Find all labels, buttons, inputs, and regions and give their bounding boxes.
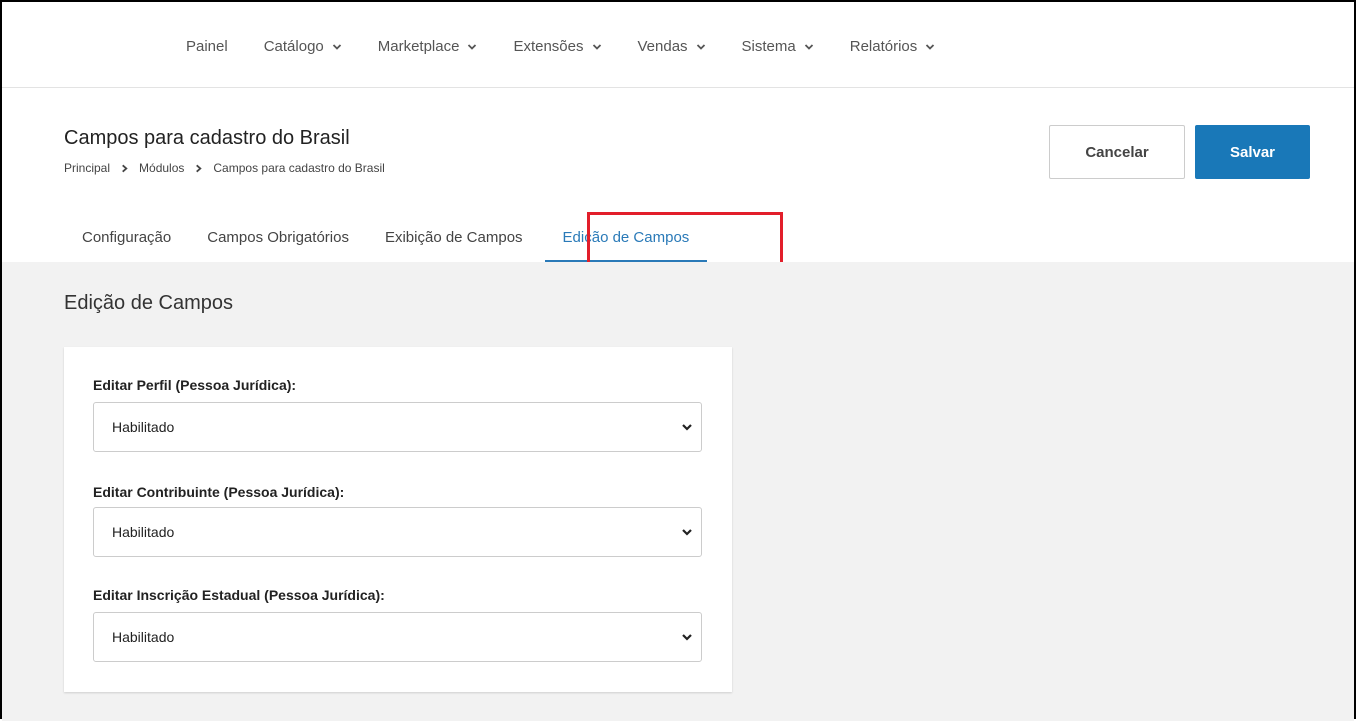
select-value: Habilitado xyxy=(112,629,175,645)
nav-item-relatorios[interactable]: Relatórios xyxy=(850,38,936,55)
tab-exibicao-de-campos[interactable]: Exibição de Campos xyxy=(367,228,541,262)
breadcrumb-item-modulos[interactable]: Módulos xyxy=(139,161,184,175)
chevron-down-icon xyxy=(468,43,477,50)
save-button[interactable]: Salvar xyxy=(1195,125,1310,179)
section-title: Edição de Campos xyxy=(64,292,233,314)
nav-item-extensoes[interactable]: Extensões xyxy=(513,38,601,55)
page-title: Campos para cadastro do Brasil xyxy=(64,127,350,149)
nav-item-marketplace[interactable]: Marketplace xyxy=(378,38,478,55)
select-editar-contribuinte[interactable]: Habilitado xyxy=(93,507,702,557)
nav-item-label: Vendas xyxy=(637,38,688,55)
nav-item-label: Relatórios xyxy=(849,38,918,55)
select-value: Habilitado xyxy=(112,524,175,540)
select-editar-inscricao-estadual[interactable]: Habilitado xyxy=(93,612,702,662)
chevron-right-icon xyxy=(122,164,128,172)
nav-menu: Painel Catálogo Marketplace Extensões Ve… xyxy=(186,38,971,55)
nav-item-catalogo[interactable]: Catálogo xyxy=(264,38,342,55)
nav-item-sistema[interactable]: Sistema xyxy=(742,38,814,55)
chevron-down-icon xyxy=(926,43,935,50)
tab-content: Edição de Campos Editar Perfil (Pessoa J… xyxy=(2,262,1354,721)
nav-item-label: Extensões xyxy=(513,38,584,55)
chevron-down-icon xyxy=(682,529,692,536)
chevron-down-icon xyxy=(592,43,601,50)
cancel-button[interactable]: Cancelar xyxy=(1049,125,1185,179)
chevron-down-icon xyxy=(682,424,692,431)
select-editar-perfil[interactable]: Habilitado xyxy=(93,402,702,452)
nav-item-label: Sistema xyxy=(741,38,796,55)
field-label-editar-perfil: Editar Perfil (Pessoa Jurídica): xyxy=(93,377,297,393)
chevron-down-icon xyxy=(682,634,692,641)
nav-item-label: Painel xyxy=(186,38,228,55)
tab-bar: Configuração Campos Obrigatórios Exibiçã… xyxy=(64,228,708,262)
field-label-editar-inscricao-estadual: Editar Inscrição Estadual (Pessoa Jurídi… xyxy=(93,587,385,603)
nav-item-painel[interactable]: Painel xyxy=(186,38,228,55)
app-window: Painel Catálogo Marketplace Extensões Ve… xyxy=(0,0,1356,721)
tab-configuracao[interactable]: Configuração xyxy=(64,228,189,262)
chevron-down-icon xyxy=(332,43,341,50)
tab-edicao-de-campos[interactable]: Edição de Campos xyxy=(544,228,708,262)
field-label-editar-contribuinte: Editar Contribuinte (Pessoa Jurídica): xyxy=(93,484,345,500)
breadcrumb-item-current: Campos para cadastro do Brasil xyxy=(213,161,385,175)
nav-item-vendas[interactable]: Vendas xyxy=(638,38,706,55)
breadcrumb-item-principal[interactable]: Principal xyxy=(64,161,110,175)
breadcrumb: Principal Módulos Campos para cadastro d… xyxy=(64,161,385,175)
top-navigation: Painel Catálogo Marketplace Extensões Ve… xyxy=(2,2,1354,88)
chevron-down-icon xyxy=(696,43,705,50)
settings-card: Editar Perfil (Pessoa Jurídica): Habilit… xyxy=(64,347,732,692)
tab-campos-obrigatorios[interactable]: Campos Obrigatórios xyxy=(189,228,367,262)
nav-item-label: Marketplace xyxy=(377,38,460,55)
chevron-down-icon xyxy=(804,43,813,50)
nav-item-label: Catálogo xyxy=(263,38,324,55)
chevron-right-icon xyxy=(196,164,203,172)
select-value: Habilitado xyxy=(112,419,175,435)
